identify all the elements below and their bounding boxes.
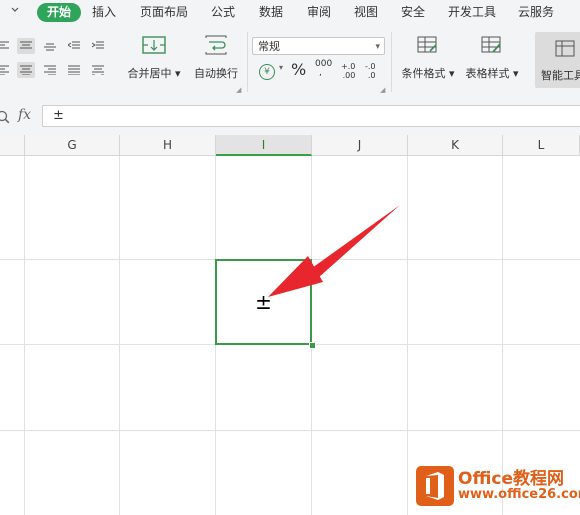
- office-logo-icon: [416, 466, 454, 510]
- arrow-annotation-icon: [268, 205, 400, 297]
- watermark: Office教程网 www.office26.com: [410, 462, 580, 510]
- watermark-url: www.office26.com: [458, 487, 580, 502]
- watermark-title: Office教程网: [458, 469, 565, 489]
